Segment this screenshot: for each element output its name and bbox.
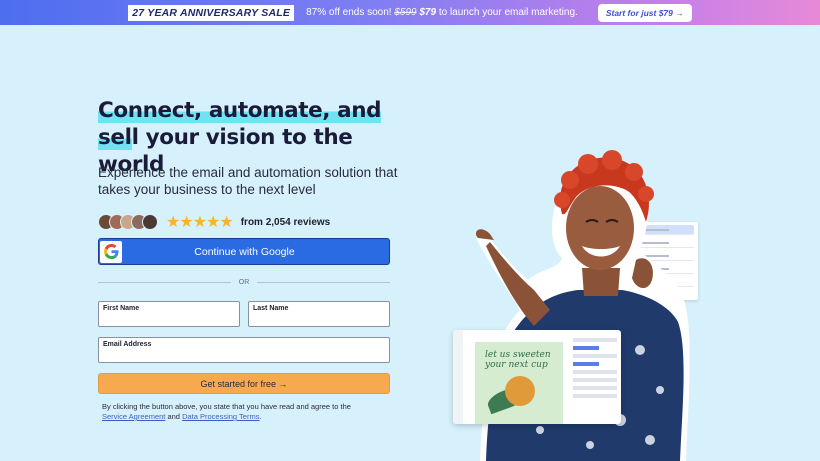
first-name-field[interactable]: First Name <box>98 301 240 327</box>
last-name-input[interactable] <box>253 313 385 323</box>
legal-prefix: By clicking the button above, you state … <box>102 402 351 411</box>
first-name-input[interactable] <box>103 313 235 323</box>
promo-message-suffix: to launch your email marketing. <box>438 7 578 18</box>
last-name-field[interactable]: Last Name <box>248 301 390 327</box>
avatar <box>142 214 158 230</box>
legal-and: and <box>167 412 180 421</box>
email-editor-preview: let us sweeten your next cup <box>453 330 621 424</box>
email-template-card: let us sweeten your next cup <box>475 342 563 424</box>
legal-text: By clicking the button above, you state … <box>102 402 392 422</box>
reviewer-avatars <box>98 214 158 230</box>
promo-banner: 27 YEAR ANNIVERSARY SALE 87% off ends so… <box>0 0 820 25</box>
divider-line <box>257 282 390 283</box>
email-field[interactable]: Email Address <box>98 337 390 363</box>
start-cta-button[interactable]: Start for just $79 → <box>597 3 692 22</box>
cup-shape <box>505 376 535 406</box>
legal-end: . <box>259 412 262 421</box>
google-button-label: Continue with Google <box>194 245 295 258</box>
first-name-label: First Name <box>103 305 140 312</box>
new-price: $79 <box>419 7 437 18</box>
get-started-button[interactable]: Get started for free → <box>98 373 390 394</box>
sale-tag: 27 YEAR ANNIVERSARY SALE <box>128 4 295 21</box>
star-rating: ★★★★★ <box>166 214 234 231</box>
subheadline: Experience the email and automation solu… <box>98 165 398 197</box>
continue-with-google-button[interactable]: Continue with Google <box>98 238 390 265</box>
headline-highlight-1: Connect, automate, and <box>98 98 382 123</box>
headline-highlight-2: sel <box>98 125 132 150</box>
reviews-row: ★★★★★ from 2,054 reviews <box>98 212 330 232</box>
email-label: Email Address <box>103 341 152 348</box>
divider-line <box>98 282 231 283</box>
email-input[interactable] <box>103 349 385 359</box>
promo-message: 87% off ends soon! $599 $79 to launch yo… <box>306 7 578 18</box>
old-price: $599 <box>394 7 417 18</box>
promo-message-prefix: 87% off ends soon! <box>306 7 392 18</box>
card-text: let us sweeten your next cup <box>485 350 551 370</box>
hero-visual: let us sweeten your next cup <box>450 150 710 461</box>
or-divider: OR <box>98 279 390 286</box>
or-label: OR <box>238 279 250 286</box>
data-processing-terms-link[interactable]: Data Processing Terms <box>182 412 259 421</box>
google-icon <box>100 240 122 263</box>
editor-settings-panel <box>573 334 617 420</box>
reviews-count: from 2,054 reviews <box>240 216 331 228</box>
service-agreement-link[interactable]: Service Agreement <box>102 412 165 421</box>
last-name-label: Last Name <box>253 305 289 312</box>
editor-toolbar <box>453 330 463 424</box>
